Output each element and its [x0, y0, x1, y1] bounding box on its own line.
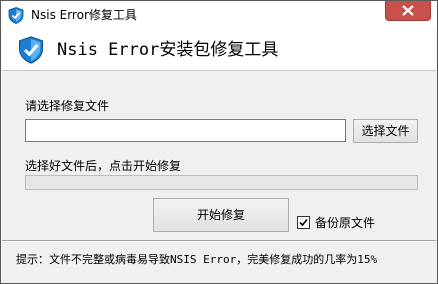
header-banner: Nsis Error安装包修复工具 [2, 30, 436, 71]
file-path-input[interactable] [25, 119, 346, 142]
app-window: Nsis Error修复工具 Nsis Error安装包修复工具 请选择修复文件… [0, 0, 438, 284]
start-repair-button[interactable]: 开始修复 [153, 198, 289, 232]
checkmark-icon [299, 218, 308, 227]
backup-checkbox[interactable] [297, 216, 310, 229]
hint-text: 选择好文件后，点击开始修复 [25, 159, 182, 173]
status-text: 提示：文件不完整或病毒易导致NSIS Error，完美修复成功的几率为15% [16, 253, 378, 266]
close-button[interactable] [385, 1, 431, 21]
progress-bar [25, 175, 418, 190]
shield-icon [8, 7, 24, 24]
shield-icon [19, 36, 43, 64]
choose-file-button[interactable]: 选择文件 [353, 119, 418, 143]
title-bar[interactable]: Nsis Error修复工具 [1, 1, 437, 30]
page-title: Nsis Error安装包修复工具 [57, 40, 279, 60]
backup-checkbox-label[interactable]: 备份原文件 [315, 215, 375, 231]
divider [2, 240, 436, 242]
close-icon [402, 5, 414, 16]
window-title: Nsis Error修复工具 [31, 8, 137, 22]
select-file-label: 请选择修复文件 [25, 99, 110, 113]
